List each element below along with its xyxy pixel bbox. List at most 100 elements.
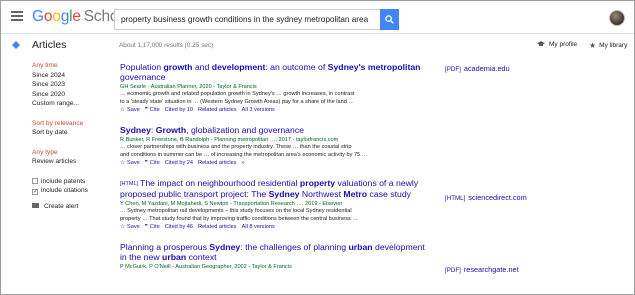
result-action-label: Cite (149, 160, 160, 166)
results-list: Population growth and development: an ou… (120, 62, 430, 281)
save-star-icon: ☆ (120, 224, 126, 230)
result-action-related-articles[interactable]: Related articles (198, 160, 237, 166)
filter-sidebar: Any time Since 2024 Since 2023 Since 202… (32, 61, 112, 211)
filter-any-time[interactable]: Any time (32, 61, 112, 71)
result-action-related-articles[interactable]: Related articles (198, 224, 237, 230)
section-title: Articles (32, 39, 67, 51)
result-title-text: and (192, 62, 212, 72)
result-title-link[interactable]: Sydney: Growth, globalization and govern… (120, 125, 430, 135)
create-alert-button[interactable]: Create alert (32, 202, 112, 212)
filter-custom-range[interactable]: Custom range... (32, 99, 112, 109)
result-action-cite[interactable]: ❞ Cite (145, 224, 160, 230)
full-text-format: [PDF] (445, 267, 461, 274)
result-title-text: : the challenges of planning (240, 242, 349, 252)
full-text-source: researchgate.net (463, 265, 519, 274)
search-result: Population growth and development: an ou… (120, 62, 430, 115)
full-text-source: sciencedirect.com (468, 193, 527, 202)
result-action-label: Save (127, 224, 140, 230)
result-action-label: Save (127, 107, 140, 113)
include-citations-checkbox[interactable]: ✓ (32, 189, 38, 195)
star-icon: ★ (589, 41, 597, 50)
result-action-label: Cite (149, 107, 160, 113)
result-title-text: Growth (155, 125, 187, 135)
filter-since-2020[interactable]: Since 2020 (32, 90, 112, 100)
hamburger-menu-icon[interactable] (11, 11, 23, 21)
result-authors: Y Chen, M Yazdani, M Mojtahedi, S Newton… (120, 201, 343, 207)
envelope-icon (32, 202, 39, 208)
include-patents-checkbox[interactable] (32, 177, 38, 184)
result-authors: P McGuirk, P O'Neill - Australian Geogra… (120, 264, 292, 270)
result-action-cite[interactable]: ❞ Cite (145, 107, 160, 113)
account-avatar[interactable] (609, 10, 625, 26)
full-text-link[interactable]: [HTML] sciencedirect.com (445, 193, 527, 202)
result-action-cited-by-10[interactable]: Cited by 10 (165, 107, 193, 113)
result-title-text: property (299, 178, 336, 188)
result-action-label: All 3 versions (241, 107, 275, 113)
result-action-label: Related articles (198, 224, 237, 230)
result-title-text: Planning a prosperous (120, 242, 210, 252)
result-action-save[interactable]: ☆ Save (120, 107, 140, 113)
result-title-text: urban (348, 242, 373, 252)
include-patents-label: include patents (41, 177, 86, 185)
create-alert-label: Create alert (44, 202, 79, 210)
result-title-link[interactable]: Planning a prosperous Sydney: the challe… (120, 242, 430, 262)
my-profile-link[interactable]: My profile (537, 41, 577, 48)
result-title-link[interactable]: Population growth and development: an ou… (120, 62, 430, 82)
result-action--[interactable]: » (242, 160, 245, 166)
result-title-text: The impact on neighbourhood residential (140, 178, 300, 188)
result-authors: R Bunker, R Freestone, B Randolph - Plan… (120, 137, 339, 143)
sub-header: Articles About 1,17,000 results (0.25 se… (1, 35, 634, 55)
result-title-text: Sydney (120, 125, 151, 135)
result-title-text: urban (162, 252, 187, 262)
cite-quote-icon: ❞ (144, 160, 148, 166)
results-count: About 1,17,000 results (0.25 sec) (119, 42, 214, 49)
header: Google Scholar property business growth c… (1, 1, 634, 34)
result-title-text: development (211, 62, 266, 72)
result-action-save[interactable]: ☆ Save (120, 224, 140, 230)
filter-since-2024[interactable]: Since 2024 (32, 71, 112, 81)
result-action-all-8-versions[interactable]: All 8 versions (242, 224, 275, 230)
include-citations-option[interactable]: ✓ include citations (32, 186, 112, 196)
result-snippet: … economic growth and related population… (120, 91, 355, 97)
my-library-link[interactable]: ★ My library (589, 41, 627, 50)
result-action-cite[interactable]: ❞ Cite (145, 160, 160, 166)
save-star-icon: ☆ (120, 107, 126, 113)
include-citations-label: include citations (41, 187, 88, 194)
filter-review-articles[interactable]: Review articles (32, 157, 112, 167)
result-actions: ☆ Save ❞ Cite Cited by 46 Related articles All… (120, 223, 430, 232)
result-action-label: Cited by 10 (164, 107, 194, 113)
sort-by-date[interactable]: Sort by date (32, 128, 112, 138)
filter-since-2023[interactable]: Since 2023 (32, 80, 112, 90)
result-action-all-3-versions[interactable]: All 3 versions (242, 107, 275, 113)
include-patents-option[interactable]: include patents (32, 177, 112, 187)
result-action-label: Related articles (198, 107, 237, 113)
result-snippet: to a 'steady state' situation in … (West… (120, 98, 354, 105)
full-text-link[interactable]: [PDF] researchgate.net (445, 265, 519, 274)
result-title-text: , globalization and governance (186, 125, 304, 135)
result-title-link[interactable]: [HTML] The impact on neighbourhood reside… (120, 178, 430, 199)
full-text-link[interactable]: [PDF] academia.edu (445, 64, 510, 73)
result-action-label: Cite (149, 224, 160, 230)
graduation-cap-icon (537, 41, 545, 46)
result-action-save[interactable]: ☆ Save (120, 160, 140, 166)
scholar-window: Google Scholar property business growth c… (0, 0, 635, 295)
result-title-text: context (186, 252, 217, 262)
result-title-text: governance (120, 72, 166, 82)
sort-by-relevance[interactable]: Sort by relevance (32, 119, 112, 129)
result-title-text: Population (120, 62, 164, 72)
result-snippet: property … That study found that by impr… (120, 215, 358, 222)
search-input[interactable]: property business growth conditions in t… (114, 9, 380, 30)
result-action-cited-by-24[interactable]: Cited by 24 (165, 160, 193, 166)
result-action-cited-by-46[interactable]: Cited by 46 (165, 224, 193, 230)
result-action-label: Cited by 24 (164, 160, 194, 166)
full-text-format: [HTML] (445, 195, 466, 202)
search-result: [HTML] The impact on neighbourhood reside… (120, 178, 430, 232)
result-action-label: Related articles (198, 160, 237, 166)
result-snippet: … closer partnerships with business and … (120, 144, 352, 150)
search-button[interactable] (380, 9, 399, 30)
filter-any-type[interactable]: Any type (32, 148, 112, 158)
result-action-related-articles[interactable]: Related articles (198, 107, 237, 113)
result-action-label: Save (127, 160, 140, 166)
result-title-text: growth (163, 62, 193, 72)
result-authors: GH Searle - Australian Planner, 2020 - T… (120, 84, 257, 90)
